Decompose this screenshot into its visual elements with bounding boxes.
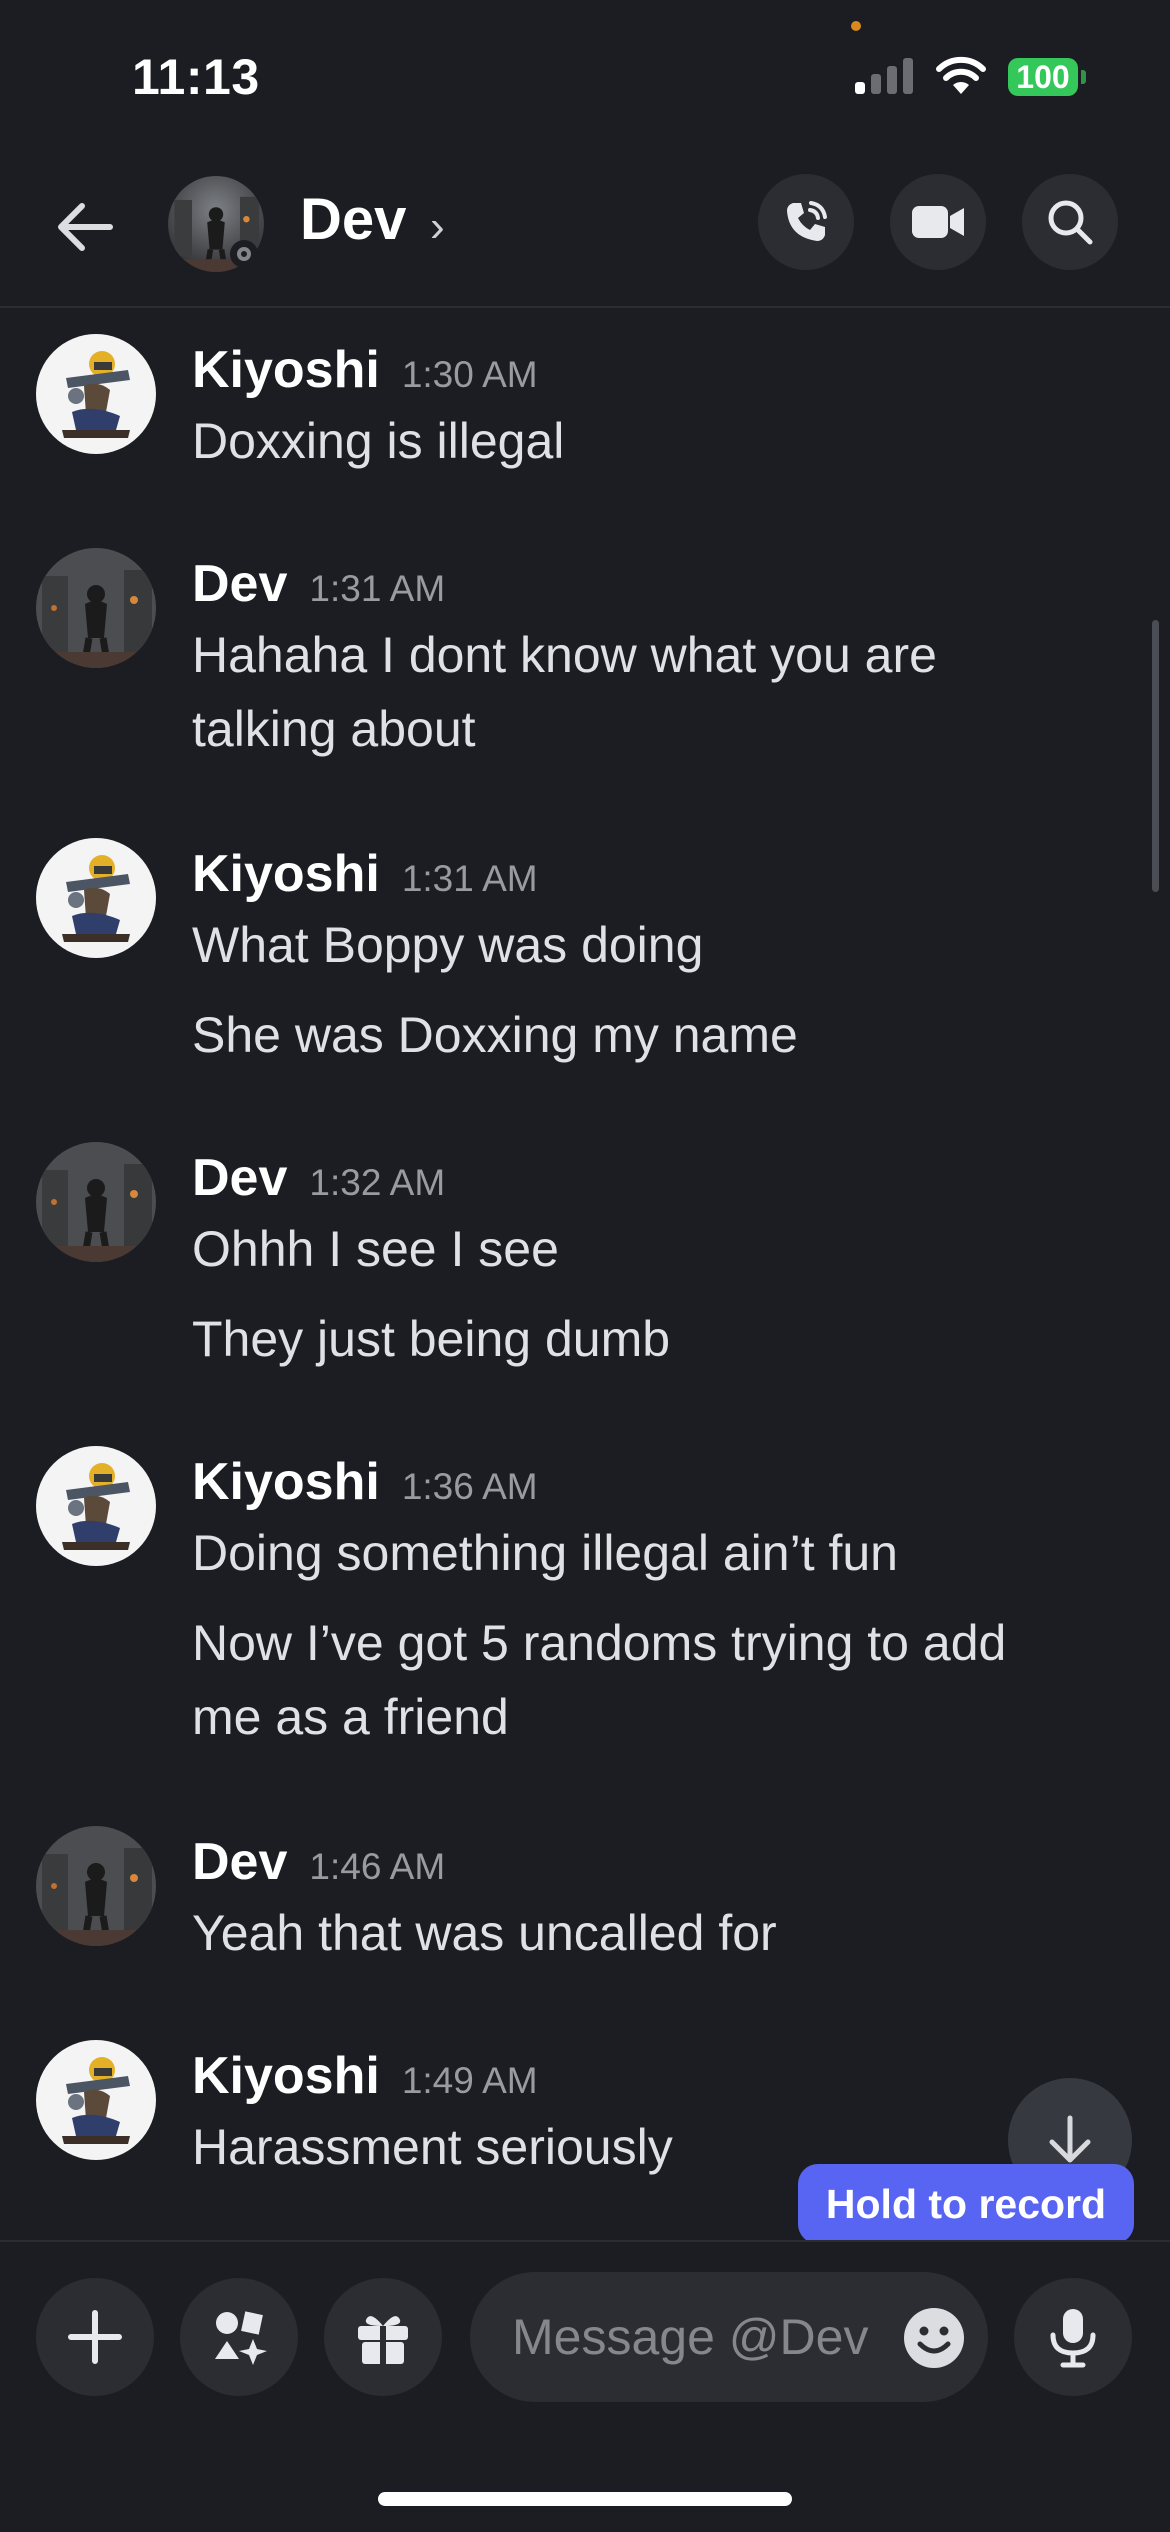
message-text[interactable]: She was Doxxing my name <box>192 998 1112 1072</box>
search-button[interactable] <box>1022 174 1118 270</box>
cellular-signal-icon <box>855 58 915 94</box>
chat-header: Dev › <box>0 150 1170 308</box>
apps-button[interactable] <box>180 2278 298 2396</box>
scrollbar[interactable] <box>1152 620 1159 892</box>
message-timestamp: 1:49 AM <box>401 2060 538 2101</box>
message-field[interactable] <box>470 2272 988 2402</box>
message-list[interactable]: Kiyoshi 1:30 AM Doxxing is illegal Dev 1:3… <box>0 308 1170 2240</box>
battery-level: 100 <box>1008 58 1078 96</box>
message-text[interactable]: Doing something illegal ain’t fun <box>192 1516 1112 1590</box>
voice-record-button[interactable] <box>1014 2278 1132 2396</box>
message-text[interactable]: Now I’ve got 5 randoms trying to add <box>192 1606 1112 1680</box>
message-timestamp: 1:32 AM <box>309 1162 446 1203</box>
message-author[interactable]: Dev <box>192 1149 287 1207</box>
offline-status-indicator <box>230 240 258 268</box>
voice-call-button[interactable] <box>758 174 854 270</box>
dev-avatar[interactable] <box>36 548 156 668</box>
message-text[interactable]: What Boppy was doing <box>192 908 1112 982</box>
voice-call-icon <box>787 201 827 241</box>
kiyoshi-avatar[interactable] <box>36 2040 156 2160</box>
plus-icon <box>68 2310 122 2364</box>
wifi-icon <box>936 56 986 94</box>
dev-avatar[interactable] <box>36 1142 156 1262</box>
message-author[interactable]: Kiyoshi <box>192 1453 380 1511</box>
gift-button[interactable] <box>324 2278 442 2396</box>
message-timestamp: 1:36 AM <box>401 1466 538 1507</box>
kiyoshi-avatar[interactable] <box>36 838 156 958</box>
message-text[interactable]: me as a friend <box>192 1680 1112 1754</box>
message-timestamp: 1:31 AM <box>401 858 538 899</box>
attach-button[interactable] <box>36 2278 154 2396</box>
message-text[interactable]: talking about <box>192 692 1112 766</box>
message-text[interactable]: Hahaha I dont know what you are <box>192 618 1112 692</box>
message-text[interactable]: Ohhh I see I see <box>192 1212 1112 1286</box>
message-timestamp: 1:46 AM <box>309 1846 446 1887</box>
hold-to-record-tooltip: Hold to record <box>798 2164 1134 2244</box>
status-time: 11:13 <box>132 49 260 105</box>
battery-icon: 100 <box>1008 58 1088 96</box>
message-author[interactable]: Kiyoshi <box>192 845 380 903</box>
message-author[interactable]: Dev <box>192 555 287 613</box>
home-indicator[interactable] <box>378 2492 792 2506</box>
message-text[interactable]: Doxxing is illegal <box>192 404 1112 478</box>
video-call-icon <box>912 206 964 238</box>
video-call-button[interactable] <box>890 174 986 270</box>
dev-avatar[interactable] <box>36 1826 156 1946</box>
arrow-down-icon <box>1049 2115 1091 2163</box>
chat-title[interactable]: Dev <box>300 186 406 253</box>
message-author[interactable]: Kiyoshi <box>192 2047 380 2105</box>
microphone-icon <box>1050 2309 1096 2368</box>
chevron-right-icon[interactable]: › <box>430 202 445 252</box>
message-text[interactable]: Yeah that was uncalled for <box>192 1896 1112 1970</box>
back-arrow-icon[interactable] <box>50 192 120 262</box>
message-timestamp: 1:30 AM <box>401 354 538 395</box>
search-icon <box>1048 200 1093 245</box>
apps-icon <box>215 2311 267 2365</box>
camera-indicator-dot <box>851 21 861 31</box>
message-composer <box>0 2240 1170 2432</box>
kiyoshi-avatar[interactable] <box>36 334 156 454</box>
emoji-icon[interactable] <box>902 2306 966 2370</box>
message-timestamp: 1:31 AM <box>309 568 446 609</box>
gift-icon <box>358 2316 408 2364</box>
message-input[interactable] <box>512 2272 882 2402</box>
message-text[interactable]: They just being dumb <box>192 1302 1112 1376</box>
message-author[interactable]: Kiyoshi <box>192 341 380 399</box>
kiyoshi-avatar[interactable] <box>36 1446 156 1566</box>
status-bar: 11:13 100 <box>0 0 1170 150</box>
message-author[interactable]: Dev <box>192 1833 287 1891</box>
